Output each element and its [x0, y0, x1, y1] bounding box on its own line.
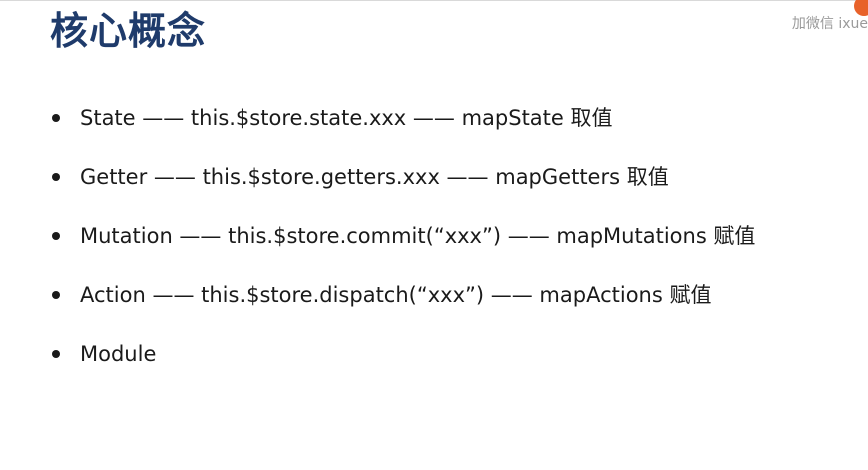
bullet-icon: [52, 114, 60, 122]
bullet-icon: [52, 291, 60, 299]
list-item-text: State —— this.$store.state.xxx —— mapSta…: [80, 106, 613, 130]
list-item-mutation: Mutation —— this.$store.commit(“xxx”) ——…: [52, 218, 755, 254]
list-item-text: Module: [80, 342, 157, 366]
list-item-getter: Getter —— this.$store.getters.xxx —— map…: [52, 159, 755, 195]
list-item-module: Module: [52, 336, 755, 372]
slide-title: 核心概念: [50, 9, 207, 53]
concept-list: State —— this.$store.state.xxx —— mapSta…: [52, 100, 755, 395]
list-item-text: Mutation —— this.$store.commit(“xxx”) ——…: [80, 224, 756, 248]
list-item-text: Getter —— this.$store.getters.xxx —— map…: [80, 165, 669, 189]
bullet-icon: [52, 350, 60, 358]
list-item-text: Action —— this.$store.dispatch(“xxx”) ——…: [80, 283, 712, 307]
bullet-icon: [52, 173, 60, 181]
list-item-state: State —— this.$store.state.xxx —— mapSta…: [52, 100, 755, 136]
watermark: 加微信 ixue: [792, 0, 868, 40]
bullet-icon: [52, 232, 60, 240]
list-item-action: Action —— this.$store.dispatch(“xxx”) ——…: [52, 277, 755, 313]
top-divider: [0, 0, 868, 1]
